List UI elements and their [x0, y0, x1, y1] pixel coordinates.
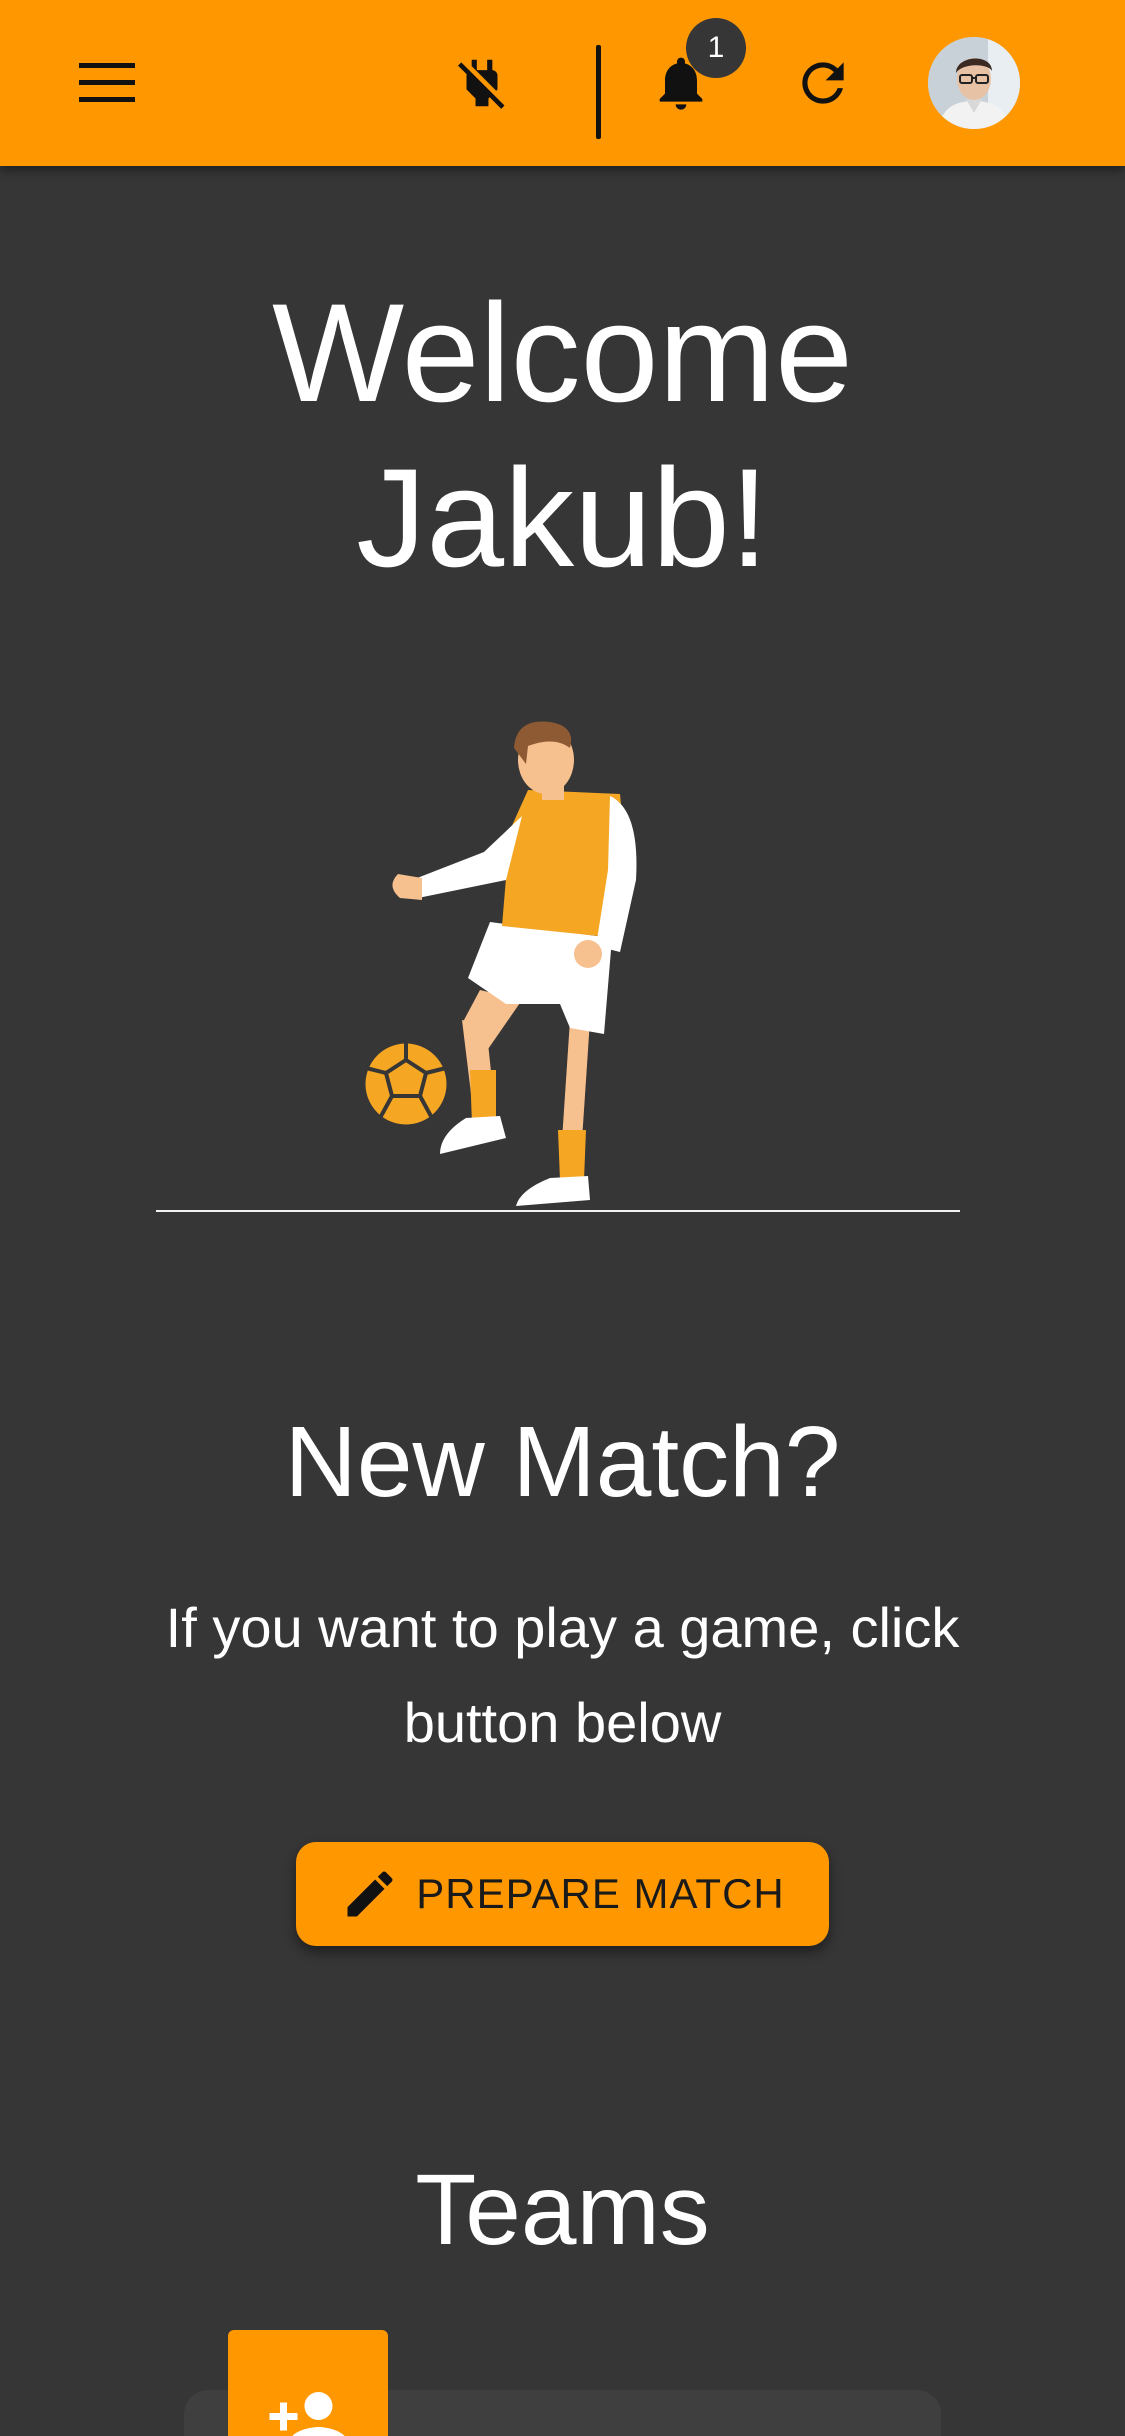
football-player-illustration [156, 721, 960, 1212]
power-off-icon [458, 59, 505, 109]
welcome-heading: Welcome Jakub! [0, 270, 1125, 600]
notification-badge: 1 [686, 18, 746, 78]
toolbar-divider [596, 45, 601, 139]
pencil-icon [347, 1871, 393, 1917]
prepare-match-button[interactable]: PREPARE MATCH [296, 1842, 829, 1946]
user-avatar[interactable] [928, 37, 1020, 129]
power-toggle-button[interactable] [437, 38, 527, 128]
new-match-heading: New Match? [284, 1406, 841, 1518]
user-avatar-image [928, 37, 1020, 129]
top-app-bar: 1 [0, 0, 1125, 166]
refresh-button[interactable] [778, 38, 868, 128]
prepare-match-label: PREPARE MATCH [416, 1870, 785, 1917]
teams-heading: Teams [415, 2154, 710, 2266]
app-root: 1 Welcome Jakub! New Match? If you want … [0, 0, 1125, 2436]
refresh-icon [802, 62, 844, 104]
new-match-description: If you want to play a game, click button… [165, 1596, 960, 1754]
add-team-member-button[interactable] [228, 2330, 388, 2436]
add-person-icon [269, 2392, 345, 2436]
welcome-user-name: Jakub! [356, 439, 769, 596]
welcome-line-1: Welcome [272, 274, 853, 431]
menu-button[interactable] [62, 38, 152, 128]
menu-icon [79, 63, 135, 102]
